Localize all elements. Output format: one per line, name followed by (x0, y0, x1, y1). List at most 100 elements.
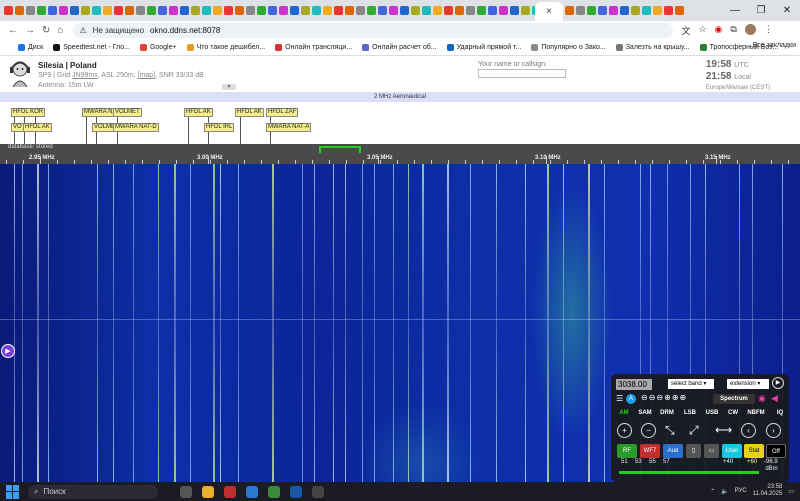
bookmark-item[interactable]: Speedtest.net - Гло... (53, 44, 130, 51)
station-label[interactable]: HFDL AK (23, 123, 52, 132)
app-icon[interactable] (312, 485, 324, 498)
security-label[interactable]: Не защищено (93, 26, 144, 35)
reload-icon[interactable]: ↻ (42, 25, 50, 36)
close-window-icon[interactable]: ✕ (774, 0, 800, 21)
tab-favicon-icon[interactable] (59, 6, 68, 15)
station-label[interactable]: HFDL KOR (11, 108, 46, 117)
url-field[interactable]: ⚠ Не защищено okno.ddns.net:8078 (73, 23, 674, 38)
tab-favicon-icon[interactable] (257, 6, 266, 15)
tab-favicon-icon[interactable] (103, 6, 112, 15)
notifications-icon[interactable]: ▭ (788, 488, 794, 495)
zoom-steps-icons[interactable]: ⊖⊖⊖⊕⊕⊕ (641, 393, 687, 402)
tab-favicon-icon[interactable] (631, 6, 640, 15)
bookmark-star-icon[interactable]: ☆ (698, 24, 706, 37)
passband-marker[interactable] (319, 146, 361, 153)
tab-favicon-icon[interactable] (521, 6, 530, 15)
tab-favicon-icon[interactable] (136, 6, 145, 15)
tab-favicon-icon[interactable] (488, 6, 497, 15)
tray-chevron-icon[interactable]: ⌃ (710, 488, 715, 495)
band-select[interactable]: select band ▾ (668, 379, 714, 389)
tab-favicon-icon[interactable] (158, 6, 167, 15)
tab-favicon-icon[interactable] (400, 6, 409, 15)
mode-button[interactable]: LSB (681, 408, 699, 418)
tab-favicon-icon[interactable] (455, 6, 464, 15)
play-icon[interactable]: ▶ (772, 377, 784, 389)
spectrum-button[interactable]: Spectrum (713, 394, 755, 404)
tab-favicon-icon[interactable] (81, 6, 90, 15)
tab-favicon-icon[interactable] (70, 6, 79, 15)
windows-start-icon[interactable] (6, 484, 20, 499)
task-view-icon[interactable] (180, 485, 192, 498)
bookmark-item[interactable]: Что такое дешибел... (186, 44, 265, 51)
tab-favicons[interactable] (4, 0, 800, 21)
translate-icon[interactable]: 文 (681, 24, 690, 37)
step-right-icon[interactable]: › (766, 423, 781, 438)
mode-button[interactable]: AM (615, 408, 633, 418)
all-bookmarks-link[interactable]: Все закладки (753, 42, 796, 49)
mode-button[interactable]: NBFM (744, 408, 768, 418)
station-label[interactable]: HFDL IRL (204, 123, 235, 132)
zoom-out-icon[interactable]: − (641, 423, 656, 438)
station-label[interactable]: VO (11, 123, 24, 132)
tab-favicon-icon[interactable] (378, 6, 387, 15)
tab-favicon-icon[interactable] (213, 6, 222, 15)
tab-favicon-icon[interactable] (125, 6, 134, 15)
tab-favicon-icon[interactable] (323, 6, 332, 15)
collapse-header-icon[interactable]: ▾ (222, 84, 236, 90)
tab-favicon-icon[interactable] (180, 6, 189, 15)
tab-favicon-icon[interactable] (477, 6, 486, 15)
tab-favicon-icon[interactable] (301, 6, 310, 15)
menu-icon[interactable]: ⋮ (764, 24, 773, 37)
warning-icon[interactable]: ⚠ (79, 26, 86, 35)
tab-favicon-icon[interactable] (499, 6, 508, 15)
mode-button[interactable]: USB (703, 408, 721, 418)
tab-favicon-icon[interactable] (246, 6, 255, 15)
language-indicator[interactable]: РУС (735, 488, 747, 494)
map-link[interactable]: [map] (138, 72, 156, 79)
bookmark-item[interactable]: Диск (18, 44, 43, 51)
audio-button[interactable]: Aud (663, 444, 683, 458)
url-text[interactable]: okno.ddns.net:8078 (150, 26, 220, 35)
tab-favicon-icon[interactable] (345, 6, 354, 15)
bookmark-item[interactable]: Популярно о Зако... (531, 44, 606, 51)
mode-button[interactable]: IQ (771, 408, 789, 418)
menu-icon[interactable]: ☰ (616, 394, 623, 403)
user-button[interactable]: User (722, 444, 742, 458)
tab-favicon-icon[interactable] (642, 6, 651, 15)
station-label[interactable]: MWARA NAT-A (266, 123, 312, 132)
tab-favicon-icon[interactable] (389, 6, 398, 15)
rf-button[interactable]: RF (617, 444, 637, 458)
tab-favicon-icon[interactable] (609, 6, 618, 15)
tab-favicon-icon[interactable] (675, 6, 684, 15)
opera-icon[interactable]: ◉ (715, 24, 723, 37)
tab-favicon-icon[interactable] (312, 6, 321, 15)
minimize-icon[interactable]: — (722, 0, 748, 21)
volume-icon[interactable]: 🔈 (721, 488, 728, 495)
app-icon[interactable] (246, 485, 258, 498)
station-label[interactable]: HFDL AK (235, 108, 264, 117)
tab-favicon-icon[interactable] (114, 6, 123, 15)
tab-favicon-icon[interactable] (620, 6, 629, 15)
stat-button[interactable]: Stat (744, 444, 764, 458)
active-tab[interactable]: × (535, 2, 563, 21)
extensions-icon[interactable]: ⧉ (730, 24, 736, 37)
bookmark-item[interactable]: Ударный прямой т... (446, 44, 521, 51)
mode-button[interactable]: CW (724, 408, 742, 418)
tab-favicon-icon[interactable] (411, 6, 420, 15)
app-icon[interactable] (224, 485, 236, 498)
chrome-icon[interactable] (202, 485, 214, 498)
screen-icon[interactable]: ▭ (704, 444, 719, 458)
grid-locator-link[interactable]: JN99mx (72, 72, 98, 79)
tab-favicon-icon[interactable] (37, 6, 46, 15)
station-label[interactable]: HFDL AK (184, 108, 213, 117)
tab-favicon-icon[interactable] (356, 6, 365, 15)
tab-favicon-icon[interactable] (290, 6, 299, 15)
tab-favicon-icon[interactable] (565, 6, 574, 15)
tab-favicon-icon[interactable] (664, 6, 673, 15)
bookmark-item[interactable]: Онлайн трансляци... (275, 44, 352, 51)
tab-favicon-icon[interactable] (191, 6, 200, 15)
tab-favicon-icon[interactable] (653, 6, 662, 15)
tab-favicon-icon[interactable] (367, 6, 376, 15)
tab-favicon-icon[interactable] (422, 6, 431, 15)
avatar[interactable] (744, 24, 756, 35)
